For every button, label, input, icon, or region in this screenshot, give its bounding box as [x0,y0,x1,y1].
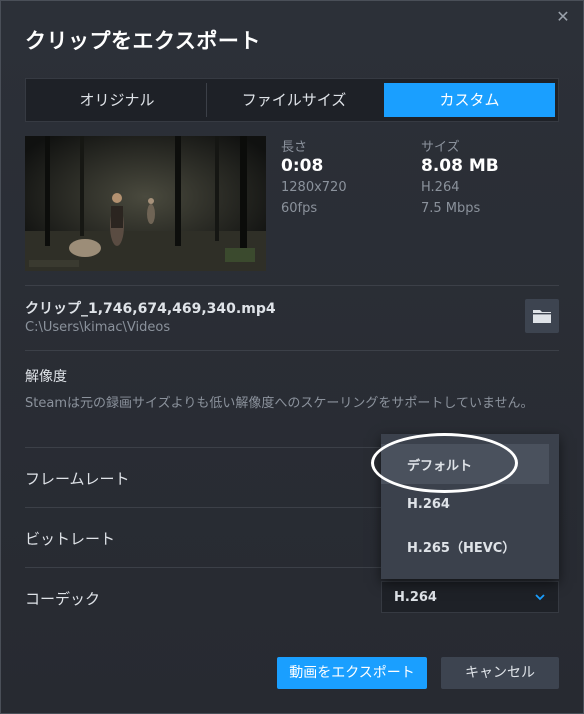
tab-file-size[interactable]: ファイルサイズ [206,83,381,117]
open-folder-button[interactable] [525,299,559,333]
cancel-button[interactable]: キャンセル [441,657,559,689]
highlight-annotation-circle [371,433,518,493]
bitrate-value: 7.5 Mbps [421,201,481,216]
codec-label: コーデック [25,590,101,608]
codec-selected-value: H.264 [394,590,437,605]
folder-icon [533,310,551,323]
size-label: サイズ [421,140,460,155]
file-name: クリップ_1,746,674,469,340.mp4 [25,301,276,317]
export-mode-tabs: オリジナル ファイルサイズ カスタム [25,78,559,122]
resolution-section-title: 解像度 [25,369,67,385]
length-value: 0:08 [281,156,324,176]
file-path: C:\Users\kimac\Videos [25,320,171,335]
divider [25,350,559,351]
resolution-value: 1280x720 [281,180,347,195]
clip-size-info: サイズ 8.08 MB H.264 7.5 Mbps [421,136,499,222]
codec-value: H.264 [421,180,460,195]
dialog-title: クリップをエクスポート [25,29,261,53]
codec-option-h265[interactable]: H.265（HEVC） [381,526,559,566]
close-icon[interactable]: ✕ [555,9,571,25]
fps-value: 60fps [281,201,318,216]
option-label: H.264 [407,497,450,512]
option-label: H.265（HEVC） [407,541,516,556]
clip-thumbnail [25,136,266,271]
framerate-label: フレームレート [25,470,130,488]
chevron-down-icon [535,594,545,601]
export-video-button[interactable]: 動画をエクスポート [277,657,427,689]
resolution-note: Steamは元の録画サイズよりも低い解像度へのスケーリングをサポートしていません… [25,396,534,411]
tab-original[interactable]: オリジナル [30,83,204,117]
tab-custom[interactable]: カスタム [384,83,555,117]
bitrate-label: ビットレート [25,530,116,548]
divider [25,285,559,286]
export-clip-dialog: ✕ クリップをエクスポート オリジナル ファイルサイズ カスタム 長さ 0:08… [0,0,584,714]
clip-length-info: 長さ 0:08 1280x720 60fps [281,136,347,222]
length-label: 長さ [281,140,308,155]
codec-select[interactable]: H.264 [381,581,559,613]
size-value: 8.08 MB [421,156,499,176]
codec-option-h264[interactable]: H.264 [381,486,559,526]
